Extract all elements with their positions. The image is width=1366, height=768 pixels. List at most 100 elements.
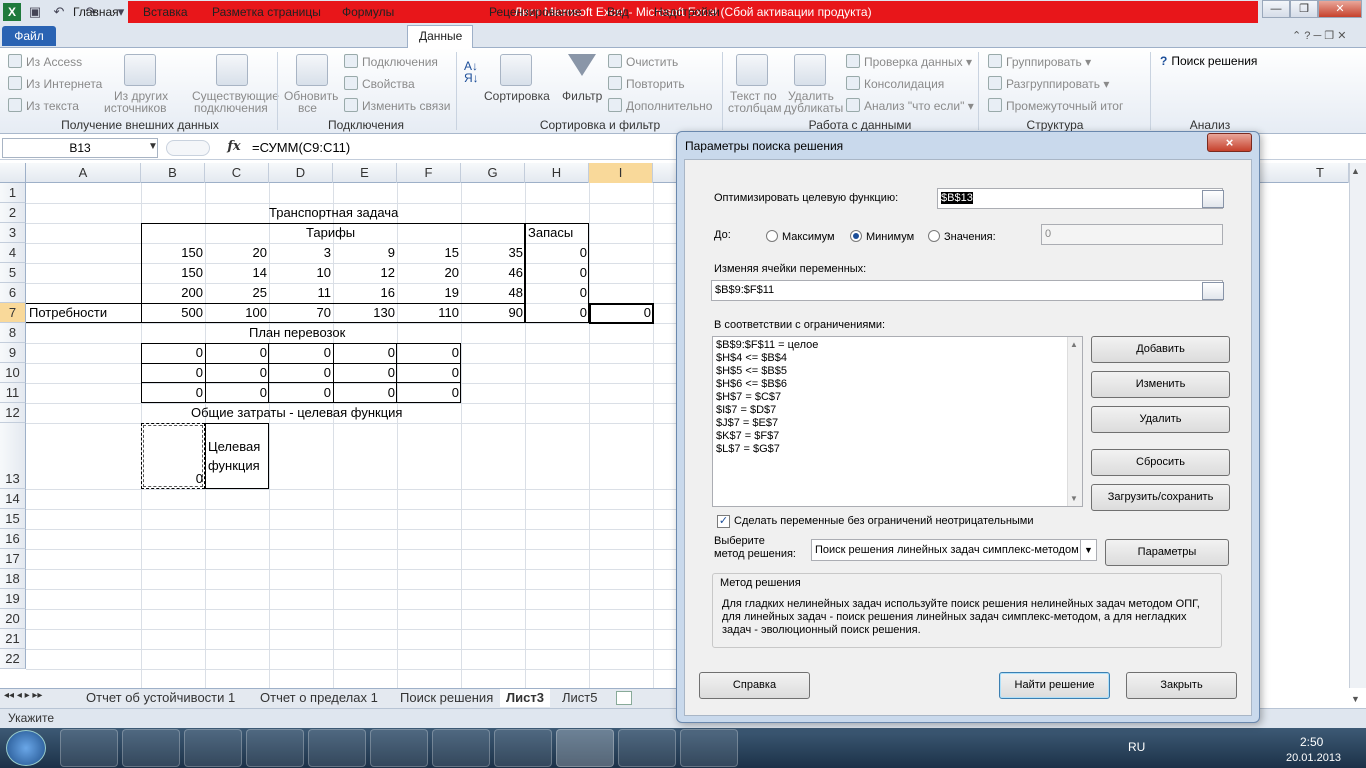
cell-e5[interactable]: 12 [333,265,395,280]
tab-data[interactable]: Данные [415,24,466,48]
row-header[interactable]: 11 [0,383,26,403]
row-header[interactable]: 21 [0,629,26,649]
row-header[interactable]: 8 [0,323,26,343]
edit-links-button[interactable]: Изменить связи [344,98,450,113]
sheet-tab[interactable]: Отчет об устойчивости 1 [80,689,241,707]
cell-f10[interactable]: 0 [397,365,459,380]
cell-d10[interactable]: 0 [269,365,331,380]
connections-button[interactable]: Подключения [344,54,438,69]
cell-d6[interactable]: 11 [269,285,332,300]
group-button[interactable]: Группировать ▾ [988,54,1091,69]
data-validation-button[interactable]: Проверка данных ▾ [846,54,972,69]
calculator-taskbar-icon[interactable] [618,729,676,767]
cell-f9[interactable]: 0 [397,345,459,360]
name-box[interactable]: B13 [2,138,158,158]
cell-e10[interactable]: 0 [333,365,395,380]
cell-h6[interactable]: 0 [525,285,587,300]
name-box-dropdown-icon[interactable]: ▼ [148,141,158,152]
cell-b5[interactable]: 150 [141,265,203,280]
cell-c9[interactable]: 0 [205,345,267,360]
column-header[interactable]: D [269,163,333,183]
reapply-button[interactable]: Повторить [608,76,685,91]
cell-e6[interactable]: 16 [333,285,395,300]
new-sheet-icon[interactable] [616,691,632,705]
change-constraint-button[interactable]: Изменить [1091,371,1230,398]
constraint-item[interactable]: $H$7 = $C$7 [716,391,781,403]
column-header[interactable]: T [1292,163,1349,183]
tab-review[interactable]: Рецензирование [485,0,586,24]
scroll-up-icon[interactable]: ▲ [1351,166,1360,176]
cell-d9[interactable]: 0 [269,345,331,360]
constraint-item[interactable]: $J$7 = $E$7 [716,417,778,429]
method-select[interactable]: Поиск решения линейных задач симплекс-ме… [811,539,1097,561]
row-header[interactable]: 4 [0,243,26,263]
column-header[interactable]: I [589,163,653,183]
filter-button[interactable]: Фильтр [562,89,602,103]
cell-tariffs[interactable]: Тарифы [306,225,355,240]
save-icon[interactable]: ▣ [26,3,44,21]
cell-b6[interactable]: 200 [141,285,203,300]
row-header[interactable]: 16 [0,529,26,549]
column-header[interactable]: A [26,163,141,183]
column-header[interactable]: G [461,163,525,183]
constraint-item[interactable]: $H$5 <= $B$5 [716,365,787,377]
tab-page-layout[interactable]: Разметка страницы [208,0,325,24]
mail-taskbar-icon[interactable] [308,729,366,767]
from-text-button[interactable]: Из текста [8,98,79,113]
language-indicator[interactable]: RU [1128,740,1145,754]
clock-date[interactable]: 20.01.2013 [1286,752,1341,764]
select-all-corner[interactable] [0,163,26,183]
row-header[interactable]: 19 [0,589,26,609]
changing-cells-input[interactable]: $B$9:$F$11 [711,280,1223,301]
objective-input[interactable]: $B$13 [937,188,1223,209]
formula-input[interactable]: =СУММ(C9:C11) [252,140,350,155]
cell-c11[interactable]: 0 [205,385,267,400]
cell-d11[interactable]: 0 [269,385,331,400]
row-header[interactable]: 14 [0,489,26,509]
range-select-icon[interactable] [1202,282,1224,300]
cell-i7[interactable]: 0 [589,305,651,320]
row-header[interactable]: 7 [0,303,26,323]
column-header[interactable]: H [525,163,589,183]
nonneg-checkbox[interactable]: ✓ [717,515,730,528]
close-dialog-button[interactable]: Закрыть [1126,672,1237,699]
cell-e4[interactable]: 9 [333,245,395,260]
cell-b13[interactable]: 0 [141,471,203,486]
cell-stocks[interactable]: Запасы [528,225,573,240]
row-header[interactable]: 20 [0,609,26,629]
reset-button[interactable]: Сбросить [1091,449,1230,476]
insert-function-icon[interactable]: fx [224,139,244,157]
cell-e11[interactable]: 0 [333,385,395,400]
sheet-tab[interactable]: Лист5 [556,689,603,707]
cell-g5[interactable]: 46 [461,265,523,280]
row-header[interactable]: 6 [0,283,26,303]
tab-home[interactable]: Главная [69,0,123,24]
column-header[interactable]: C [205,163,269,183]
tab-addins[interactable]: Надстройки [650,0,724,24]
close-window-button[interactable]: ✕ [1318,0,1362,18]
clock-time[interactable]: 2:50 [1300,735,1323,749]
cell-h7[interactable]: 0 [525,305,587,320]
cell-g4[interactable]: 35 [461,245,523,260]
chevron-down-icon[interactable]: ▼ [1080,540,1096,560]
column-header[interactable]: B [141,163,205,183]
tab-view[interactable]: Вид [603,0,633,24]
sheet-nav-arrows[interactable]: ◂◂ ◂ ▸ ▸▸ [4,690,42,701]
help-button[interactable]: Справка [699,672,810,699]
row-header[interactable]: 10 [0,363,26,383]
add-constraint-button[interactable]: Добавить [1091,336,1230,363]
constraint-item[interactable]: $H$6 <= $B$6 [716,378,787,390]
constraint-item[interactable]: $K$7 = $F$7 [716,430,779,442]
yandex-taskbar-icon[interactable] [184,729,242,767]
cell-c5[interactable]: 14 [205,265,267,280]
minimize-button[interactable]: — [1262,0,1290,18]
cell-d5[interactable]: 10 [269,265,331,280]
row-header[interactable]: 22 [0,649,26,669]
range-select-icon[interactable] [1202,190,1224,208]
ungroup-button[interactable]: Разгруппировать ▾ [988,76,1109,91]
value-of-input[interactable]: 0 [1041,224,1223,245]
cell-h4[interactable]: 0 [525,245,587,260]
sort-button[interactable]: Сортировка [484,89,550,103]
column-header[interactable]: F [397,163,461,183]
start-button[interactable] [6,730,46,766]
